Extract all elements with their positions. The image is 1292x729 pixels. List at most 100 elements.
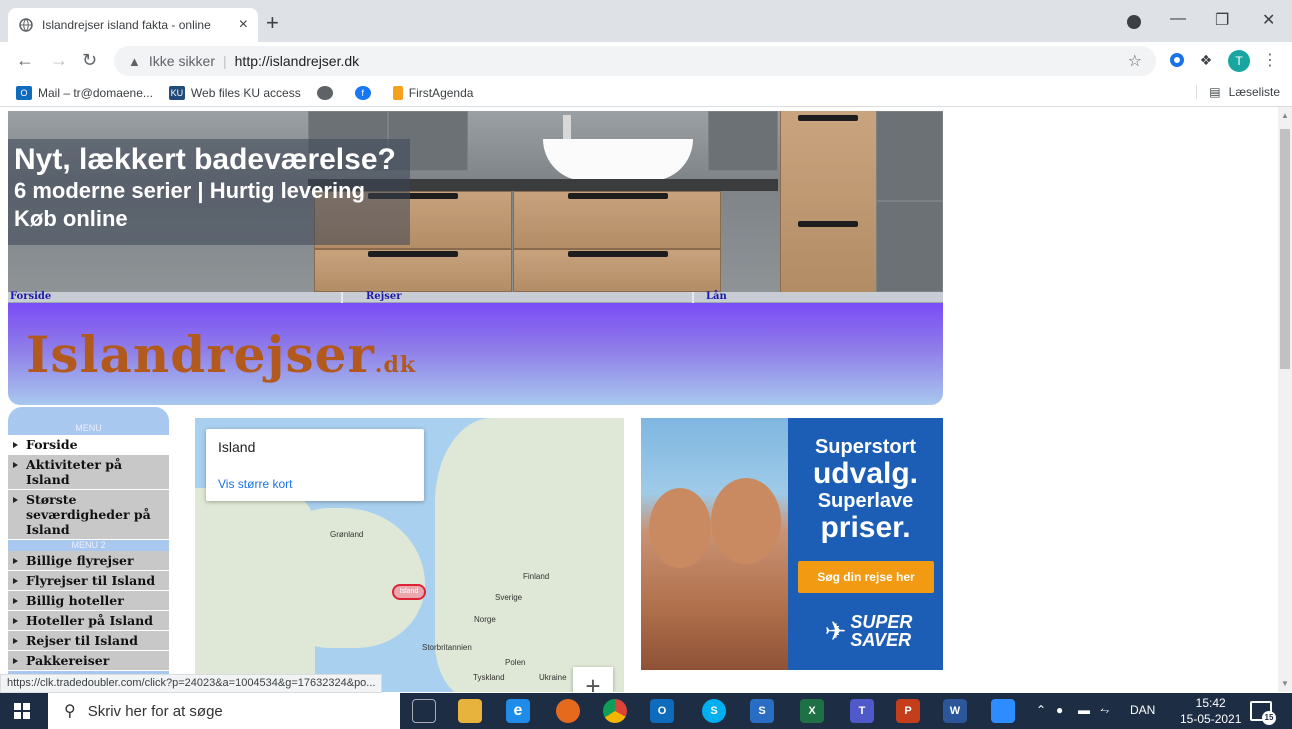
clock-date: 15-05-2021 xyxy=(1180,712,1242,726)
skype-icon[interactable]: S xyxy=(702,699,726,723)
map-zoom-in-button[interactable]: + xyxy=(573,667,613,692)
wall-tile xyxy=(708,111,778,171)
menu-item-sevaerdigheder[interactable]: Største seværdigheder på Island xyxy=(8,490,169,540)
bookmark-globe[interactable] xyxy=(316,86,339,100)
nav-forside[interactable]: Forside xyxy=(10,291,51,302)
site-header: Islandrejser.dk xyxy=(8,303,943,405)
security-label[interactable]: Ikke sikker xyxy=(149,53,215,69)
menu-item-pakkerejser[interactable]: Pakkereiser xyxy=(8,651,169,671)
page-scrollbar[interactable]: ▲ ▼ xyxy=(1278,107,1292,692)
site-logo[interactable]: Islandrejser.dk xyxy=(26,325,416,384)
tray-wifi-icon[interactable]: ⥊ xyxy=(1100,703,1110,718)
notification-icon[interactable]: 15 xyxy=(1250,701,1276,725)
menu-item-forside[interactable]: Forside xyxy=(8,435,169,455)
back-icon[interactable]: ← xyxy=(16,50,34,70)
clock-time: 15:42 xyxy=(1195,696,1226,710)
drawer-handle xyxy=(568,251,668,257)
bookmark-ku[interactable]: KU Web files KU access xyxy=(168,86,301,100)
restore-icon[interactable]: ❐ xyxy=(1215,10,1229,30)
map-info-card: Island Vis større kort xyxy=(206,429,424,501)
menu-dots-icon[interactable]: ⋮ xyxy=(1260,50,1280,70)
outlook-icon: O xyxy=(16,86,32,100)
menu-caption: MENU xyxy=(75,423,102,433)
excel-icon[interactable]: X xyxy=(800,699,824,723)
warning-icon[interactable]: ▲ xyxy=(128,54,141,69)
ad-line1: Superstort xyxy=(814,436,917,458)
url-text[interactable]: http://islandrejser.dk xyxy=(235,53,360,69)
nav-laan[interactable]: Lån xyxy=(706,291,727,302)
map-label-poland: Polen xyxy=(505,658,526,667)
tab-strip: Islandrejser island fakta - online × + —… xyxy=(0,0,1292,42)
facebook-icon: f xyxy=(354,86,371,100)
menu-item-billige-flyrejser[interactable]: Billige flyrejser xyxy=(8,551,169,571)
powerpoint-icon[interactable]: P xyxy=(896,699,920,723)
scroll-up-icon[interactable]: ▲ xyxy=(1281,111,1289,120)
word-icon[interactable]: W xyxy=(943,699,967,723)
embedded-map[interactable]: Island Vis større kort Grønland Island F… xyxy=(195,418,624,692)
plane-icon: ✈ xyxy=(824,616,847,646)
menu-item-hoteller[interactable]: Hoteller på Island xyxy=(8,611,169,631)
windows-start-icon[interactable] xyxy=(14,703,30,719)
menu-item-billig-hoteller[interactable]: Billig hoteller xyxy=(8,591,169,611)
edge-icon[interactable]: e xyxy=(506,699,530,723)
globe-icon xyxy=(316,86,333,100)
tray-language[interactable]: DAN xyxy=(1130,703,1155,717)
map-marker-iceland[interactable]: Island xyxy=(392,584,426,600)
taskbar-clock[interactable]: 15:42 15-05-2021 xyxy=(1180,695,1241,727)
profile-avatar[interactable]: T xyxy=(1228,50,1250,72)
ad-search-button[interactable]: Søg din rejse her xyxy=(798,561,934,593)
new-tab-button[interactable]: + xyxy=(266,12,279,34)
ad-line3: Superlave xyxy=(817,490,914,512)
tray-chevron-icon[interactable]: ⌃ xyxy=(1036,703,1046,717)
minimize-icon[interactable]: — xyxy=(1170,10,1186,28)
menu-item-rejser[interactable]: Rejser til Island xyxy=(8,631,169,651)
drawer xyxy=(513,191,721,249)
zoom-icon[interactable] xyxy=(991,699,1015,723)
bookmark-star-icon[interactable]: ☆ xyxy=(1128,51,1142,71)
map-label-greenland: Grønland xyxy=(330,530,364,539)
bookmark-facebook[interactable]: f xyxy=(354,86,377,100)
map-label-germany: Tyskland xyxy=(473,673,505,682)
forward-icon[interactable]: → xyxy=(50,50,68,70)
map-label-ukraine: Ukraine xyxy=(539,673,567,682)
extension-icon[interactable] xyxy=(1167,50,1187,70)
file-explorer-icon[interactable] xyxy=(458,699,482,723)
map-label-sweden: Sverige xyxy=(495,593,523,602)
ad-text-box: Nyt, lækkert badeværelse? 6 moderne seri… xyxy=(8,139,410,245)
active-tab[interactable]: Islandrejser island fakta - online × xyxy=(8,8,258,42)
nav-rejser[interactable]: Rejser xyxy=(366,291,402,302)
logo-bottom: SAVER xyxy=(850,630,912,650)
firstagenda-icon xyxy=(392,86,403,100)
reading-list-button[interactable]: ▤ Læseliste xyxy=(1196,85,1280,99)
notification-count: 15 xyxy=(1262,711,1276,725)
supersaver-logo: ✈ SUPER SAVER xyxy=(801,608,936,654)
outlook-icon[interactable]: O xyxy=(650,699,674,723)
extensions-puzzle-icon[interactable]: ❖ xyxy=(1196,50,1216,70)
scrollbar-thumb[interactable] xyxy=(1280,129,1290,369)
map-larger-link[interactable]: Vis større kort xyxy=(218,477,412,491)
nav-divider xyxy=(692,292,694,303)
tray-battery-icon[interactable]: ▬ xyxy=(1078,703,1090,717)
menu-item-aktiviteter[interactable]: Aktiviteter på Island xyxy=(8,455,169,490)
address-bar[interactable]: ▲ Ikke sikker | http://islandrejser.dk ☆ xyxy=(114,46,1156,76)
drawer-handle xyxy=(798,221,858,227)
skype-business-icon[interactable]: S xyxy=(750,699,774,723)
bathroom-ad-banner[interactable]: Nyt, lækkert badeværelse? 6 moderne seri… xyxy=(8,111,943,292)
task-view-icon[interactable] xyxy=(412,699,436,723)
window-close-icon[interactable]: ✕ xyxy=(1262,10,1275,30)
firefox-icon[interactable] xyxy=(556,699,580,723)
scroll-down-icon[interactable]: ▼ xyxy=(1281,679,1289,688)
profile-indicator-icon[interactable] xyxy=(1127,15,1141,29)
menu-item-flyrejser[interactable]: Flyrejser til Island xyxy=(8,571,169,591)
supersaver-ad[interactable]: Superstort udvalg. Superlave priser. Søg… xyxy=(641,418,943,670)
tab-close-icon[interactable]: × xyxy=(239,16,248,34)
chrome-icon[interactable] xyxy=(603,699,627,723)
ad-cta: Køb online xyxy=(14,206,128,231)
bookmark-mail[interactable]: O Mail – tr@domaene... xyxy=(16,86,153,100)
tray-people-icon[interactable]: ● xyxy=(1056,703,1063,717)
bookmark-firstagenda[interactable]: FirstAgenda xyxy=(392,86,473,100)
taskbar-search[interactable]: ⚲ Skriv her for at søge xyxy=(48,693,400,729)
teams-icon[interactable]: T xyxy=(850,699,874,723)
browser-toolbar: ← → ↻ ▲ Ikke sikker | http://islandrejse… xyxy=(0,42,1292,80)
reload-icon[interactable]: ↻ xyxy=(82,50,97,70)
